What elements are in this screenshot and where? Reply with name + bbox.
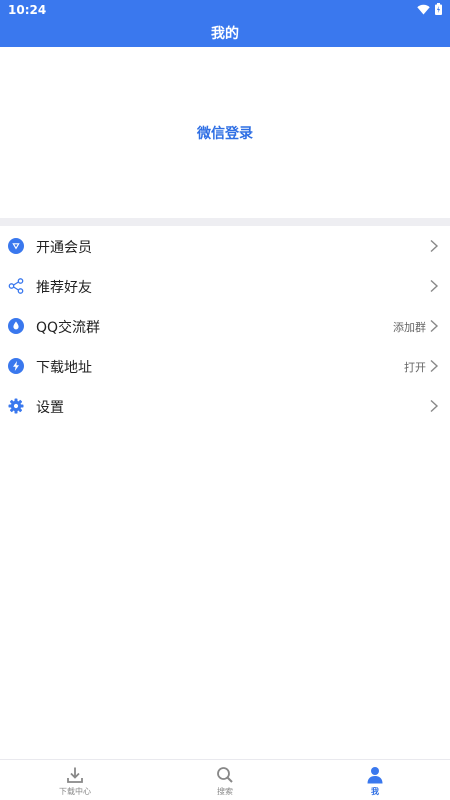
status-time: 10:24 — [8, 3, 47, 17]
tab-search[interactable]: 搜索 — [150, 760, 300, 800]
status-icons — [417, 3, 442, 15]
chevron-right-icon — [430, 359, 439, 373]
tab-label: 搜索 — [217, 787, 233, 796]
gear-icon — [8, 398, 24, 414]
menu-list: 开通会员 推荐好友 QQ交流群 添加群 下载地址 打开 设置 — [0, 226, 450, 426]
bottom-nav: 下载中心 搜索 我 — [0, 759, 450, 800]
search-icon — [217, 767, 233, 783]
menu-item-label: 设置 — [36, 400, 64, 416]
vip-icon — [8, 238, 24, 254]
tab-label: 下载中心 — [59, 787, 91, 796]
tab-me[interactable]: 我 — [300, 760, 450, 800]
top-bar: 10:24 我的 — [0, 0, 450, 47]
menu-item-value: 打开 — [404, 361, 426, 374]
menu-item-download-address[interactable]: 下载地址 打开 — [0, 346, 450, 386]
menu-item-value: 添加群 — [393, 321, 426, 334]
lightning-icon — [8, 358, 24, 374]
battery-icon — [435, 3, 442, 15]
menu-item-settings[interactable]: 设置 — [0, 386, 450, 426]
qq-icon — [8, 318, 24, 334]
share-icon — [8, 278, 24, 294]
login-area: 微信登录 — [0, 47, 450, 218]
chevron-right-icon — [430, 399, 439, 413]
menu-item-vip[interactable]: 开通会员 — [0, 226, 450, 266]
wifi-icon — [417, 4, 430, 14]
user-icon — [367, 767, 383, 784]
chevron-right-icon — [430, 279, 439, 293]
tab-download-center[interactable]: 下载中心 — [0, 760, 150, 800]
tab-label: 我 — [371, 787, 379, 796]
chevron-right-icon — [430, 239, 439, 253]
menu-item-qq-group[interactable]: QQ交流群 添加群 — [0, 306, 450, 346]
download-icon — [67, 767, 83, 783]
page-title: 我的 — [211, 26, 239, 42]
wechat-login-button[interactable]: 微信登录 — [0, 123, 450, 143]
menu-item-share[interactable]: 推荐好友 — [0, 266, 450, 306]
menu-item-label: 推荐好友 — [36, 280, 92, 296]
menu-item-label: 下载地址 — [36, 360, 92, 376]
menu-item-label: QQ交流群 — [36, 320, 101, 336]
section-divider — [0, 218, 450, 226]
menu-item-label: 开通会员 — [36, 240, 92, 256]
chevron-right-icon — [430, 319, 439, 333]
screen: 10:24 我的 微信登录 开通会员 推荐好友 QQ交流群 添加群 下载地址 打… — [0, 0, 450, 800]
